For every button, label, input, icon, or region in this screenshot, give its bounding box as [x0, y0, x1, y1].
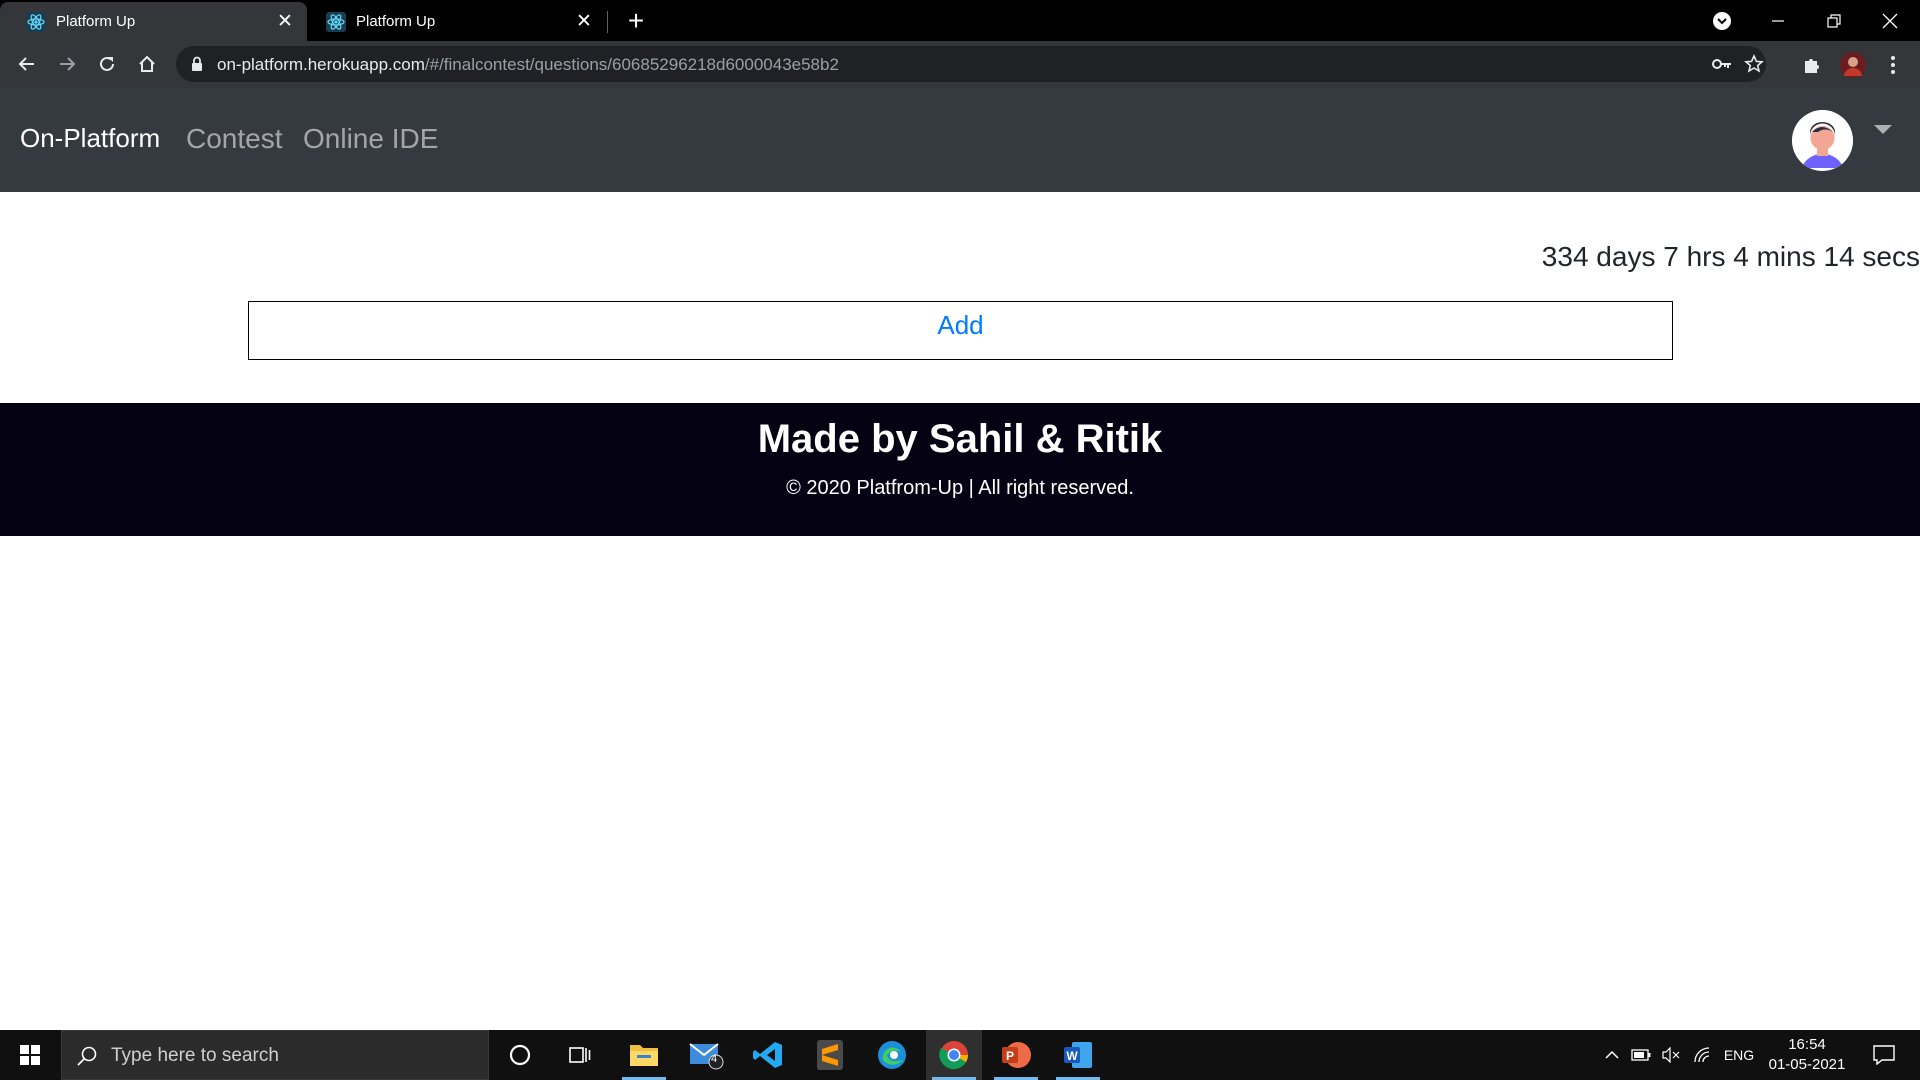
url-text: on-platform.herokuapp.com/#/finalcontest…: [217, 55, 839, 75]
tab-separator: [607, 11, 608, 33]
forward-button[interactable]: [50, 47, 84, 81]
start-button[interactable]: [0, 1030, 60, 1080]
extensions-button[interactable]: [1797, 50, 1827, 80]
restore-button[interactable]: [1806, 0, 1862, 41]
tab-search-icon: [1713, 11, 1731, 30]
address-bar[interactable]: on-platform.herokuapp.com/#/finalcontest…: [176, 46, 1766, 82]
close-tab-icon[interactable]: ✕: [574, 11, 594, 32]
sublime-text-icon: [817, 1040, 843, 1070]
browser-tab-2[interactable]: Platform Up ✕: [300, 2, 606, 41]
react-favicon-icon: [26, 11, 46, 32]
wifi-icon: [1694, 1047, 1710, 1063]
react-favicon-icon: [326, 11, 346, 32]
svg-text:P: P: [1006, 1049, 1014, 1063]
battery-icon: [1631, 1049, 1651, 1061]
tray-show-hidden-button[interactable]: [1600, 1030, 1624, 1080]
profile-avatar-icon: [1840, 52, 1866, 78]
chrome-icon: [939, 1041, 968, 1070]
browser-tab-1[interactable]: Platform Up ✕: [0, 2, 307, 41]
reload-icon: [100, 56, 114, 71]
taskbar-search-box[interactable]: Type here to search: [61, 1030, 489, 1080]
home-icon: [139, 55, 155, 72]
restore-icon: [1827, 13, 1841, 28]
new-tab-button[interactable]: +: [622, 7, 650, 36]
close-icon: [1882, 13, 1898, 28]
more-vertical-icon: [1891, 56, 1895, 74]
nav-link-contest[interactable]: Contest: [186, 123, 283, 155]
tray-language[interactable]: ENG: [1720, 1030, 1758, 1080]
taskbar-chrome[interactable]: [926, 1030, 982, 1080]
search-icon: [77, 1046, 97, 1066]
page-footer: Made by Sahil & Ritik © 2020 Platfrom-Up…: [0, 403, 1920, 536]
add-question-box: Add: [248, 301, 1673, 360]
svg-text:W: W: [1066, 1049, 1078, 1063]
tab-search-button[interactable]: [1694, 0, 1750, 41]
mail-badge-count: 4: [711, 1053, 718, 1065]
key-icon: [1712, 59, 1731, 69]
notification-icon: [1873, 1045, 1895, 1065]
password-key-button[interactable]: [1710, 52, 1734, 76]
url-host: on-platform.herokuapp.com: [217, 55, 425, 74]
mail-icon: [689, 1043, 724, 1070]
footer-copyright: © 2020 Platfrom-Up | All right reserved.: [786, 477, 1134, 499]
user-avatar-icon: [1792, 110, 1853, 171]
task-view-icon: [569, 1047, 591, 1063]
edge-icon: [878, 1041, 906, 1069]
reload-button[interactable]: [90, 47, 124, 81]
taskbar-clock[interactable]: 16:54 01-05-2021: [1762, 1035, 1852, 1075]
vscode-icon: [753, 1042, 782, 1068]
powerpoint-icon: P: [1002, 1042, 1031, 1068]
taskbar-file-explorer[interactable]: [616, 1030, 672, 1080]
browser-menu-button[interactable]: [1878, 50, 1908, 80]
star-icon: [1744, 54, 1764, 73]
minimize-icon: [1772, 19, 1784, 22]
chevron-up-icon: [1605, 1050, 1619, 1059]
taskbar-word[interactable]: W: [1050, 1030, 1106, 1080]
user-menu-caret-icon[interactable]: [1874, 125, 1892, 134]
task-view-button[interactable]: [552, 1030, 608, 1080]
home-button[interactable]: [130, 47, 164, 81]
tray-volume[interactable]: [1658, 1030, 1684, 1080]
taskbar-mail[interactable]: 4: [678, 1030, 734, 1080]
profile-button[interactable]: [1838, 50, 1868, 80]
taskbar-edge[interactable]: [864, 1030, 920, 1080]
taskbar-powerpoint[interactable]: P: [988, 1030, 1044, 1080]
taskbar-sublime[interactable]: [802, 1030, 858, 1080]
cortana-button[interactable]: [492, 1030, 548, 1080]
user-avatar[interactable]: [1792, 110, 1853, 171]
bookmark-star-button[interactable]: [1742, 52, 1766, 76]
tab-title: Platform Up: [56, 13, 136, 30]
add-question-link[interactable]: Add: [937, 310, 983, 359]
browser-toolbar: on-platform.herokuapp.com/#/finalcontest…: [0, 41, 1920, 88]
taskbar-vscode[interactable]: [740, 1030, 796, 1080]
close-tab-icon[interactable]: ✕: [275, 11, 295, 32]
close-window-button[interactable]: [1862, 0, 1918, 41]
volume-muted-icon: [1662, 1047, 1680, 1063]
tray-network[interactable]: [1690, 1030, 1716, 1080]
lock-icon: [192, 56, 202, 71]
clock-date: 01-05-2021: [1768, 1056, 1846, 1073]
url-path: /#/finalcontest/questions/60685296218d60…: [424, 55, 839, 74]
tab-title: Platform Up: [356, 13, 436, 30]
clock-time: 16:54: [1788, 1036, 1826, 1053]
tray-battery[interactable]: [1628, 1030, 1654, 1080]
windows-logo-icon: [20, 1045, 40, 1065]
word-icon: W: [1064, 1042, 1092, 1068]
app-navbar: On-Platform Contest Online IDE: [0, 88, 1920, 192]
brand-link[interactable]: On-Platform: [20, 123, 160, 154]
folder-icon: [630, 1045, 658, 1066]
windows-taskbar: Type here to search 4 P W ENG 16:54 01-0…: [0, 1030, 1920, 1080]
nav-link-online-ide[interactable]: Online IDE: [303, 123, 438, 155]
forward-arrow-icon: [60, 57, 76, 71]
back-button[interactable]: [10, 47, 44, 81]
back-arrow-icon: [18, 57, 34, 71]
browser-tab-strip: Platform Up ✕ Platform Up ✕ +: [0, 0, 1920, 41]
puzzle-icon: [1805, 59, 1819, 73]
cortana-circle-icon: [509, 1044, 531, 1066]
minimize-button[interactable]: [1750, 0, 1806, 41]
footer-title: Made by Sahil & Ritik: [757, 417, 1163, 461]
action-center-button[interactable]: [1864, 1030, 1904, 1080]
search-placeholder: Type here to search: [111, 1045, 279, 1066]
contest-countdown-timer: 334 days 7 hrs 4 mins 14 secs: [1541, 241, 1920, 272]
